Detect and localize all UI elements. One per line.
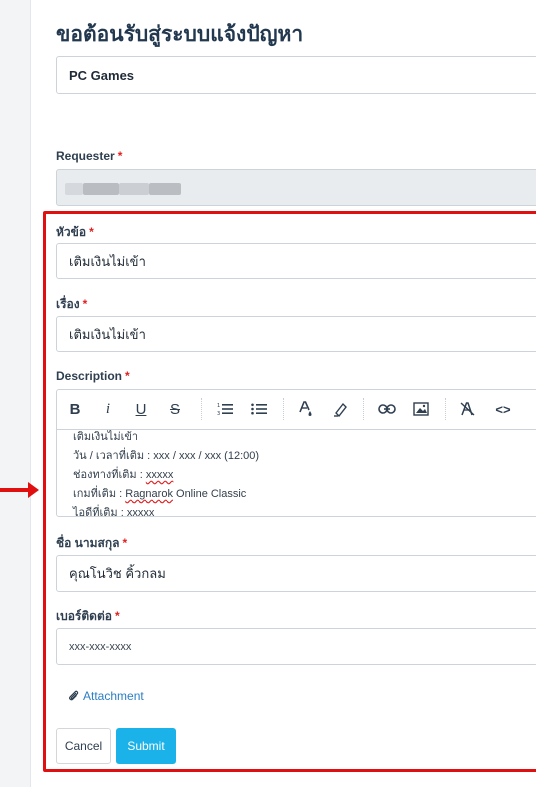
required-mark: * (117, 149, 123, 163)
redacted-block (119, 183, 149, 195)
category-select[interactable]: PC Games (56, 56, 536, 94)
redacted-block (83, 183, 119, 195)
annotation-arrow (0, 488, 30, 492)
arrow-head-icon (28, 482, 39, 498)
requester-label-text: Requester (56, 149, 115, 163)
category-value: PC Games (69, 67, 135, 83)
redacted-block (149, 183, 181, 195)
requester-field (56, 169, 536, 206)
requester-label: Requester * (56, 149, 122, 163)
page-title: ขอต้อนรับสู่ระบบแจ้งปัญหา (56, 23, 304, 46)
redacted-block (65, 183, 83, 195)
highlight-frame (43, 211, 536, 772)
